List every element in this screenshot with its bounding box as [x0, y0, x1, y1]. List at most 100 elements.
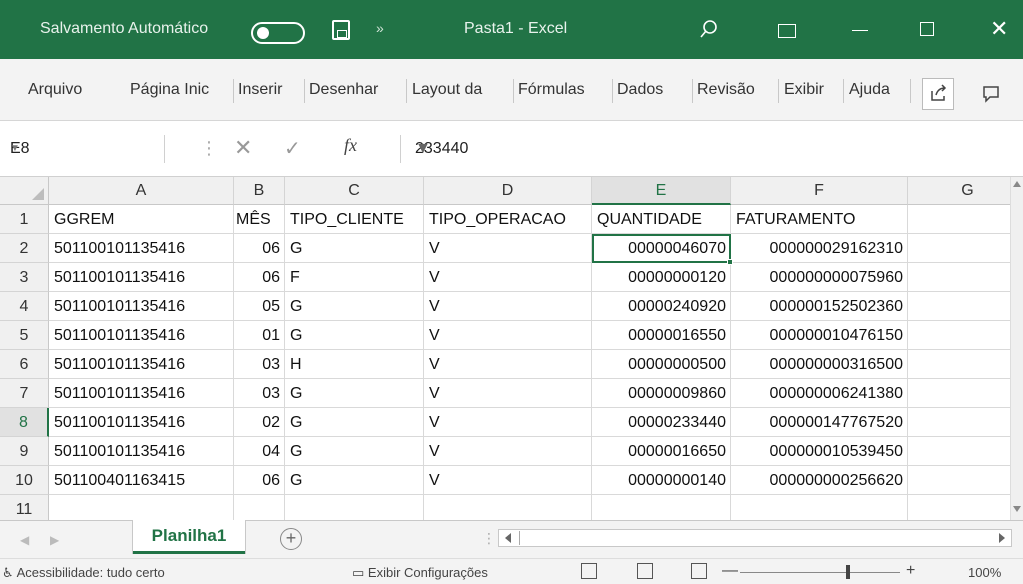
display-settings-button[interactable]: ▭ Exibir Configurações	[352, 565, 488, 581]
cell-G10[interactable]	[908, 466, 1010, 495]
column-header[interactable]: A	[49, 177, 234, 205]
cell-F2[interactable]: 000000029162310	[731, 234, 908, 263]
cell-B3[interactable]: 06	[234, 263, 285, 292]
cell-G1[interactable]	[908, 205, 1010, 234]
cell-E3[interactable]: 00000000120	[592, 263, 731, 292]
cell-A8[interactable]: 501100101135416	[49, 408, 234, 437]
tab-arquivo[interactable]: Arquivo	[28, 81, 82, 99]
cell-G3[interactable]	[908, 263, 1010, 292]
cell-F1[interactable]: FATURAMENTO	[731, 205, 908, 234]
cell-C8[interactable]: G	[285, 408, 424, 437]
tab-revisao[interactable]: Revisão	[697, 81, 755, 99]
zoom-slider[interactable]	[740, 572, 900, 573]
more-commands-button[interactable]: »	[376, 20, 384, 36]
cell-B9[interactable]: 04	[234, 437, 285, 466]
cell-B7[interactable]: 03	[234, 379, 285, 408]
cell-G9[interactable]	[908, 437, 1010, 466]
next-sheet-icon[interactable]: ▶	[50, 533, 59, 547]
comments-button[interactable]	[968, 78, 1012, 110]
cell-C2[interactable]: G	[285, 234, 424, 263]
cell-B1[interactable]: MÊS	[234, 205, 285, 234]
cell-E11[interactable]	[592, 495, 731, 520]
cell-B6[interactable]: 03	[234, 350, 285, 379]
cell-F6[interactable]: 000000000316500	[731, 350, 908, 379]
page-layout-view-icon[interactable]	[637, 563, 653, 579]
cell-F4[interactable]: 000000152502360	[731, 292, 908, 321]
close-button[interactable]: ✕	[990, 16, 1008, 42]
cell-F5[interactable]: 000000010476150	[731, 321, 908, 350]
row-header[interactable]: 6	[0, 350, 49, 379]
row-header[interactable]: 7	[0, 379, 49, 408]
tab-ajuda[interactable]: Ajuda	[849, 81, 890, 99]
tab-layout[interactable]: Layout da	[412, 81, 482, 99]
cell-C4[interactable]: G	[285, 292, 424, 321]
zoom-level[interactable]: 100%	[968, 565, 1001, 580]
horizontal-scroll-thumb[interactable]	[519, 531, 769, 545]
accessibility-status[interactable]: ♿︎ Acessibilidade: tudo certo	[2, 565, 165, 581]
cell-F7[interactable]: 000000006241380	[731, 379, 908, 408]
confirm-entry-icon[interactable]: ✓	[284, 136, 301, 161]
cancel-entry-icon[interactable]: ✕	[234, 135, 252, 161]
vertical-scrollbar[interactable]	[1010, 177, 1023, 520]
cell-F8[interactable]: 000000147767520	[731, 408, 908, 437]
row-header[interactable]: 9	[0, 437, 49, 466]
row-header[interactable]: 4	[0, 292, 49, 321]
cell-D5[interactable]: V	[424, 321, 592, 350]
previous-sheet-icon[interactable]: ◀	[20, 533, 29, 547]
cell-A1[interactable]: GGREM	[49, 205, 234, 234]
cell-A5[interactable]: 501100101135416	[49, 321, 234, 350]
cell-G8[interactable]	[908, 408, 1010, 437]
cell-C3[interactable]: F	[285, 263, 424, 292]
zoom-in-button[interactable]: +	[906, 562, 915, 580]
fill-handle[interactable]	[727, 259, 733, 265]
search-icon[interactable]	[700, 20, 718, 38]
chevron-down-icon[interactable]: ▼	[10, 143, 144, 154]
share-button[interactable]	[922, 78, 954, 110]
cell-E7[interactable]: 00000009860	[592, 379, 731, 408]
column-header[interactable]: G	[908, 177, 1010, 205]
cell-G11[interactable]	[908, 495, 1010, 520]
cell-C7[interactable]: G	[285, 379, 424, 408]
zoom-out-button[interactable]: —	[722, 562, 738, 580]
column-header[interactable]: B	[234, 177, 285, 205]
cell-E1[interactable]: QUANTIDADE	[592, 205, 731, 234]
cell-A9[interactable]: 501100101135416	[49, 437, 234, 466]
formula-bar-grip-icon[interactable]: ⋮	[200, 138, 218, 159]
cell-D11[interactable]	[424, 495, 592, 520]
scroll-up-icon[interactable]	[1013, 181, 1021, 187]
cell-B8[interactable]: 02	[234, 408, 285, 437]
row-header[interactable]: 3	[0, 263, 49, 292]
cell-C6[interactable]: H	[285, 350, 424, 379]
cell-D7[interactable]: V	[424, 379, 592, 408]
column-header[interactable]: C	[285, 177, 424, 205]
cell-E4[interactable]: 00000240920	[592, 292, 731, 321]
insert-function-icon[interactable]: fx	[344, 135, 357, 156]
row-header[interactable]: 5	[0, 321, 49, 350]
cell-D10[interactable]: V	[424, 466, 592, 495]
scroll-right-icon[interactable]	[999, 533, 1005, 543]
name-box[interactable]: E8 ▼	[0, 135, 165, 163]
cell-C1[interactable]: TIPO_CLIENTE	[285, 205, 424, 234]
column-header[interactable]: F	[731, 177, 908, 205]
cell-D2[interactable]: V	[424, 234, 592, 263]
cell-B11[interactable]	[234, 495, 285, 520]
cell-A2[interactable]: 501100101135416	[49, 234, 234, 263]
cell-A10[interactable]: 501100401163415	[49, 466, 234, 495]
cell-A11[interactable]	[49, 495, 234, 520]
zoom-slider-thumb[interactable]	[846, 565, 850, 579]
horizontal-scrollbar[interactable]	[498, 529, 1012, 547]
scroll-left-icon[interactable]	[505, 533, 511, 543]
cell-E10[interactable]: 00000000140	[592, 466, 731, 495]
cell-F3[interactable]: 000000000075960	[731, 263, 908, 292]
cell-B10[interactable]: 06	[234, 466, 285, 495]
row-header[interactable]: 2	[0, 234, 49, 263]
select-all-corner[interactable]	[0, 177, 49, 205]
cell-C10[interactable]: G	[285, 466, 424, 495]
cell-C5[interactable]: G	[285, 321, 424, 350]
cell-F10[interactable]: 000000000256620	[731, 466, 908, 495]
cell-G6[interactable]	[908, 350, 1010, 379]
row-header[interactable]: 8	[0, 408, 49, 437]
tab-pagina-inicial[interactable]: Página Inic	[130, 81, 209, 99]
formula-input[interactable]: 233440 ▼	[400, 135, 1023, 163]
spreadsheet-grid[interactable]: A B C D E F G 1 GGREM MÊS TIPO_CLIENTE TIPO_OPERACA…	[0, 177, 1010, 520]
